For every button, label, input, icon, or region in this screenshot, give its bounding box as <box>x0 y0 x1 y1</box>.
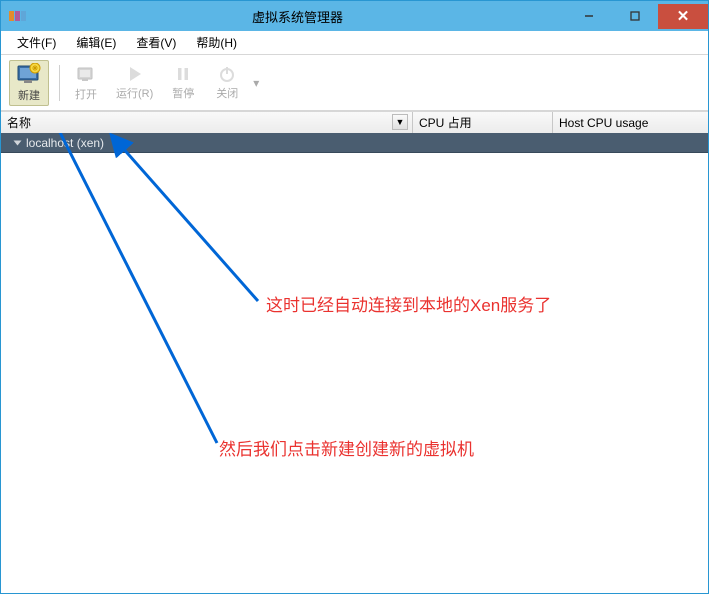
open-button[interactable]: 打开 <box>66 62 106 104</box>
column-name-dropdown-icon[interactable]: ▼ <box>392 114 408 130</box>
menu-view[interactable]: 查看(V) <box>126 32 186 53</box>
column-name[interactable]: 名称 ▼ <box>1 112 413 133</box>
pause-label: 暂停 <box>172 85 194 101</box>
annotation-arrow-2 <box>1 133 231 523</box>
host-label: localhost (xen) <box>26 136 104 150</box>
column-header-row: 名称 ▼ CPU 占用 Host CPU usage <box>1 111 708 133</box>
column-host-cpu-label: Host CPU usage <box>559 116 648 130</box>
app-icon <box>9 7 29 25</box>
shutdown-label: 关闭 <box>216 85 238 101</box>
app-window: 虚拟系统管理器 ✕ 文件(F) 编辑(E) 查看(V) 帮助(H) <box>0 0 709 594</box>
column-cpu[interactable]: CPU 占用 <box>413 112 553 133</box>
new-vm-button[interactable]: 新建 <box>9 60 49 106</box>
menubar: 文件(F) 编辑(E) 查看(V) 帮助(H) <box>1 31 708 55</box>
toolbar-separator <box>59 65 60 101</box>
shutdown-button[interactable]: 关闭 <box>207 63 247 103</box>
column-cpu-label: CPU 占用 <box>419 114 472 131</box>
minimize-button[interactable] <box>566 4 612 29</box>
menu-help[interactable]: 帮助(H) <box>186 32 247 53</box>
column-host-cpu[interactable]: Host CPU usage <box>553 112 708 133</box>
maximize-button[interactable] <box>612 4 658 29</box>
expand-icon <box>14 140 22 145</box>
column-name-label: 名称 <box>7 114 31 131</box>
vm-list: localhost (xen) 这时已经自动连接到本地的Xen服务了 然后我们点… <box>1 133 708 591</box>
run-label: 运行(R) <box>116 85 153 101</box>
menu-edit[interactable]: 编辑(E) <box>66 32 126 53</box>
close-button[interactable]: ✕ <box>658 4 708 29</box>
window-title: 虚拟系统管理器 <box>29 7 566 26</box>
pause-button[interactable]: 暂停 <box>163 63 203 103</box>
annotation-text-1: 这时已经自动连接到本地的Xen服务了 <box>266 291 551 316</box>
open-label: 打开 <box>75 86 97 102</box>
toolbar: 新建 打开 运行(R) 暂停 <box>1 55 708 111</box>
menu-file[interactable]: 文件(F) <box>7 32 66 53</box>
new-vm-label: 新建 <box>18 87 40 103</box>
titlebar: 虚拟系统管理器 ✕ <box>1 1 708 31</box>
host-row[interactable]: localhost (xen) <box>1 133 708 153</box>
window-controls: ✕ <box>566 4 708 29</box>
annotation-arrow-1 <box>1 133 271 453</box>
shutdown-dropdown[interactable]: ▾ <box>251 65 261 101</box>
run-button[interactable]: 运行(R) <box>110 63 159 103</box>
annotation-text-2: 然后我们点击新建创建新的虚拟机 <box>219 435 474 460</box>
